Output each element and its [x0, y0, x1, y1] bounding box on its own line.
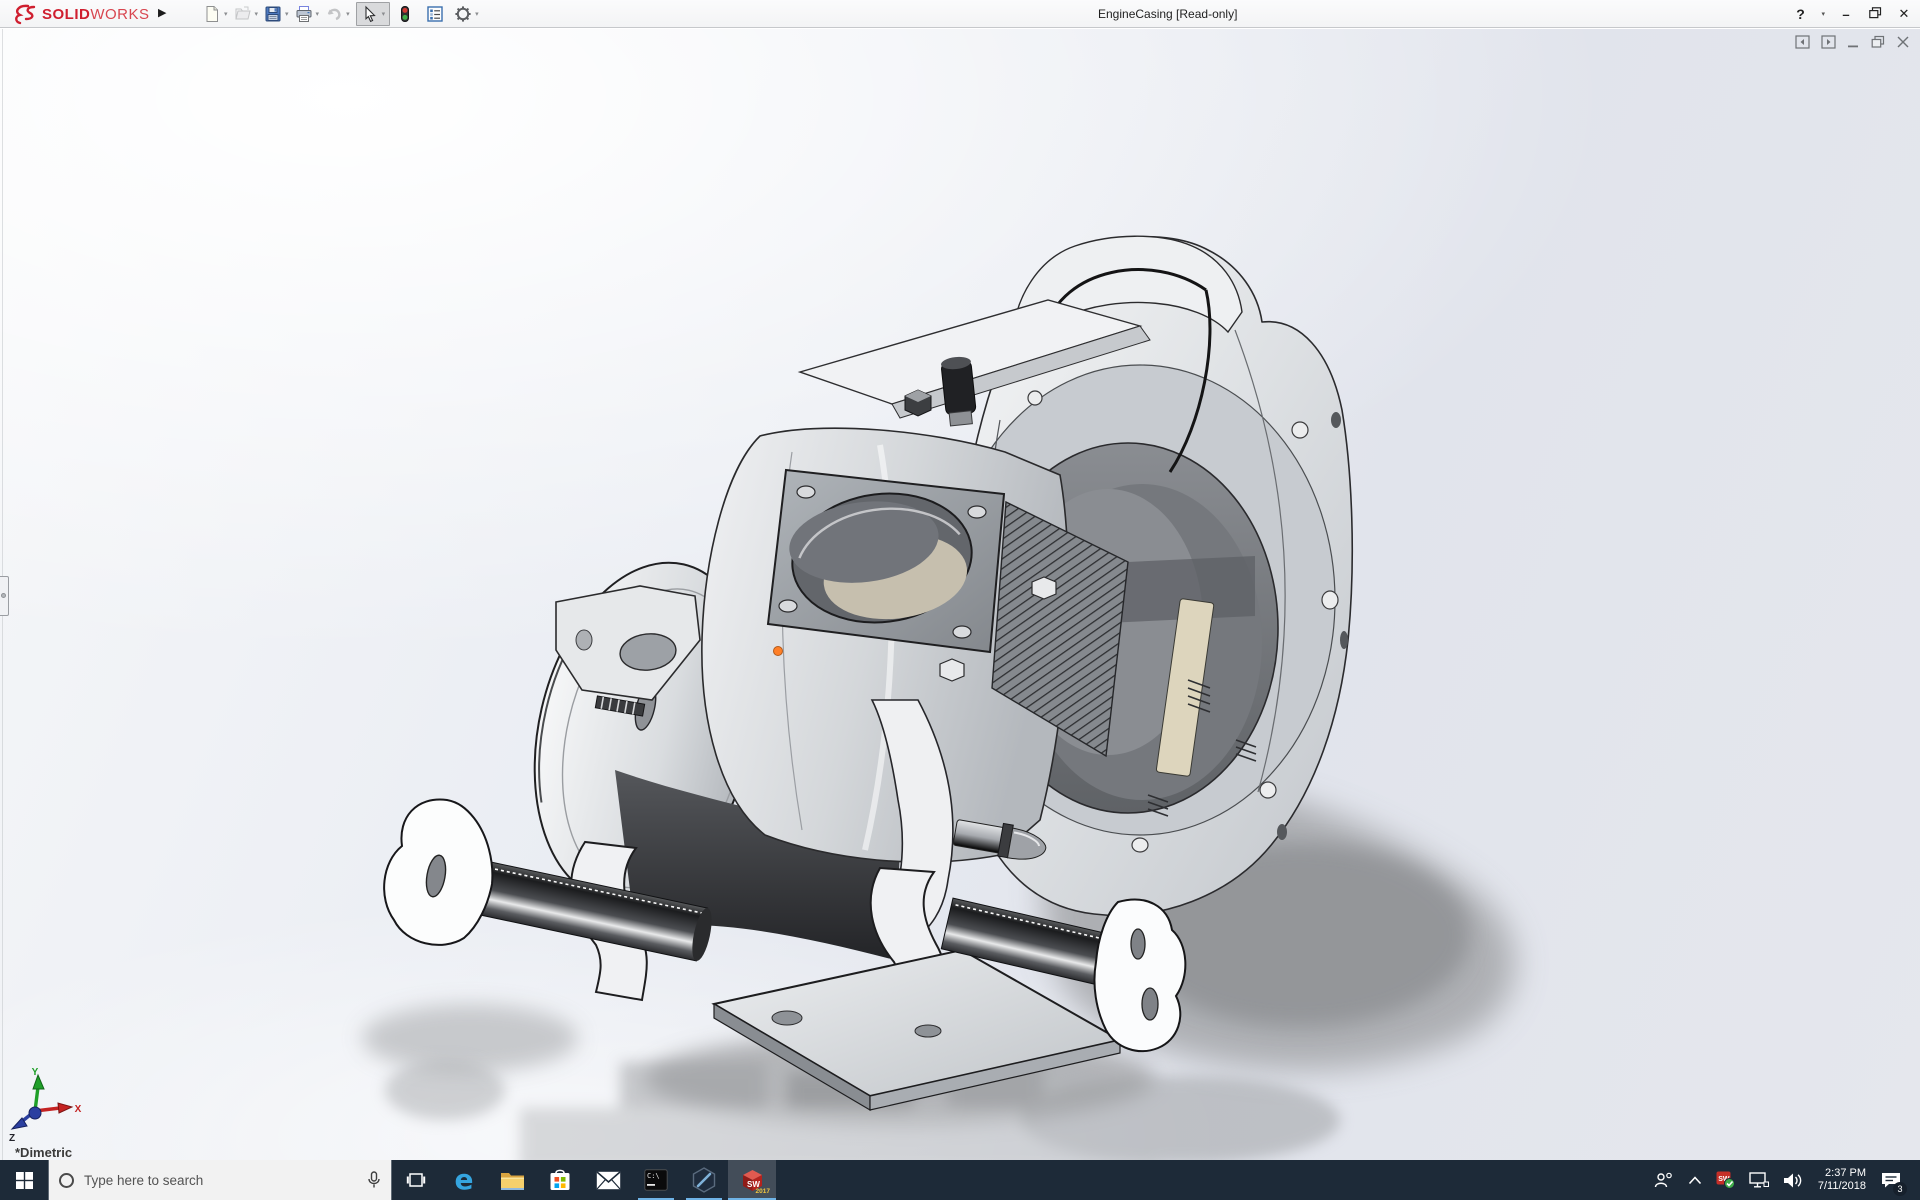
help-dropdown-icon[interactable]: ▾ [1821, 10, 1825, 18]
brand-wordmark: SOLIDWORKS [42, 6, 150, 23]
task-view-icon [406, 1173, 426, 1187]
titlebar: SOLIDWORKS ▶ ▾ ▾ ▾ ▾ ▾ ▾ ▾ EngineCasing … [0, 0, 1920, 28]
toolbar-flyout-arrow[interactable]: ▶ [158, 6, 166, 19]
cmd-prompt-text: C:\ [647, 1172, 660, 1180]
store-icon [550, 1169, 570, 1190]
dropdown-arrow-icon[interactable]: ▾ [382, 10, 386, 18]
taskbar-app-hexagon[interactable] [680, 1160, 728, 1200]
print-button[interactable]: ▾ [295, 5, 320, 23]
hexagon-app-icon [692, 1167, 716, 1193]
taskbar-app-command-prompt[interactable]: C:\ [632, 1160, 680, 1200]
graphics-area[interactable]: Y X Z *Dimetric [0, 29, 1920, 1160]
orientation-triad: Y X Z [9, 1067, 82, 1143]
dassault-logo-icon [15, 4, 36, 25]
task-view-button[interactable] [392, 1160, 440, 1200]
dropdown-arrow-icon[interactable]: ▾ [316, 10, 320, 18]
dropdown-arrow-icon[interactable]: ▾ [475, 10, 479, 18]
dropdown-arrow-icon[interactable]: ▾ [285, 10, 289, 18]
gear-icon [455, 6, 471, 22]
taskbar-search[interactable]: Type here to search [48, 1160, 392, 1200]
restore-button[interactable] [1867, 6, 1883, 22]
triad-y-label: Y [32, 1067, 39, 1078]
taskbar-app-file-explorer[interactable] [488, 1160, 536, 1200]
view-orientation-label: *Dimetric [15, 1145, 73, 1160]
open-folder-icon [234, 6, 251, 20]
engine-casing-model [362, 235, 1516, 1160]
options-button[interactable]: ▾ [454, 5, 479, 23]
solidworks-window: SOLIDWORKS ▶ ▾ ▾ ▾ ▾ ▾ ▾ ▾ EngineCasing … [0, 0, 1920, 1200]
tray-time: 2:37 PM [1825, 1167, 1866, 1179]
taskbar-app-edge[interactable]: e [440, 1160, 488, 1200]
dropdown-arrow-icon[interactable]: ▾ [255, 10, 259, 18]
standard-toolbar: ▾ ▾ ▾ ▾ ▾ ▾ ▾ [203, 2, 485, 26]
windows-logo-icon [15, 1171, 33, 1189]
rebuild-button[interactable] [396, 5, 414, 23]
properties-list-icon [427, 6, 443, 22]
restore-icon [1868, 6, 1881, 18]
dropdown-arrow-icon[interactable]: ▾ [346, 10, 350, 18]
dropdown-arrow-icon[interactable]: ▾ [224, 10, 228, 18]
search-placeholder: Type here to search [84, 1172, 204, 1188]
close-button[interactable]: ✕ [1896, 6, 1912, 22]
command-prompt-icon: C:\ [644, 1169, 668, 1191]
properties-button[interactable] [426, 5, 444, 23]
print-icon [296, 6, 312, 22]
select-tool-button[interactable]: ▾ [355, 2, 391, 26]
select-cursor-icon [365, 5, 376, 23]
cortana-icon [59, 1172, 74, 1188]
solidworks-logo: SOLIDWORKS [12, 3, 150, 25]
help-button[interactable]: ? [1792, 6, 1808, 22]
undo-button[interactable]: ▾ [325, 5, 350, 23]
taskbar-app-store[interactable] [536, 1160, 584, 1200]
triad-x-label: X [75, 1104, 82, 1115]
microphone-icon[interactable] [367, 1171, 381, 1189]
new-document-icon [206, 6, 218, 22]
document-title: EngineCasing [Read-only] [1098, 7, 1238, 21]
undo-icon [327, 8, 341, 21]
taskbar-app-solidworks[interactable]: SW 2017 [728, 1160, 776, 1200]
mail-icon [595, 1170, 621, 1189]
ignition-cap [941, 356, 977, 427]
system-tray: SW 2:37 PM 7/11/2018 3 [1647, 1160, 1920, 1200]
window-controls: ? ▾ – ✕ [1792, 0, 1912, 28]
file-explorer-icon [500, 1172, 524, 1190]
minimize-button[interactable]: – [1838, 7, 1854, 22]
save-button[interactable]: ▾ [264, 5, 289, 23]
save-floppy-icon [265, 6, 281, 22]
new-document-button[interactable]: ▾ [203, 5, 228, 23]
tray-overflow-button[interactable] [1681, 1160, 1709, 1200]
volume-button[interactable] [1776, 1160, 1810, 1200]
triad-z-label: Z [9, 1133, 15, 1143]
clock[interactable]: 2:37 PM 7/11/2018 [1810, 1167, 1874, 1193]
taskbar-app-mail[interactable] [584, 1160, 632, 1200]
edge-icon: e [454, 1163, 474, 1196]
origin-marker[interactable] [773, 646, 783, 656]
network-icon [1749, 1171, 1769, 1188]
traffic-light-icon [401, 6, 410, 22]
open-button[interactable]: ▾ [234, 5, 259, 23]
network-button[interactable] [1742, 1160, 1776, 1200]
action-center-button[interactable]: 3 [1874, 1160, 1908, 1200]
sw-year: 2017 [755, 1188, 770, 1195]
speaker-icon [1783, 1173, 1802, 1187]
notification-badge: 3 [1893, 1182, 1907, 1196]
hex-bolt [904, 389, 932, 417]
people-icon [1654, 1172, 1672, 1188]
people-button[interactable] [1647, 1160, 1681, 1200]
chevron-up-icon [1688, 1175, 1701, 1184]
start-button[interactable] [0, 1160, 48, 1200]
brand-bold: SOLID [42, 5, 91, 23]
solidworks-tray-icon: SW [1716, 1171, 1735, 1189]
taskbar: Type here to search e C:\ SW 2017 SW 2:3… [0, 1160, 1920, 1200]
solidworks-tray-button[interactable]: SW [1709, 1160, 1742, 1200]
brand-light: WORKS [90, 5, 150, 23]
tray-date: 7/11/2018 [1817, 1180, 1866, 1192]
